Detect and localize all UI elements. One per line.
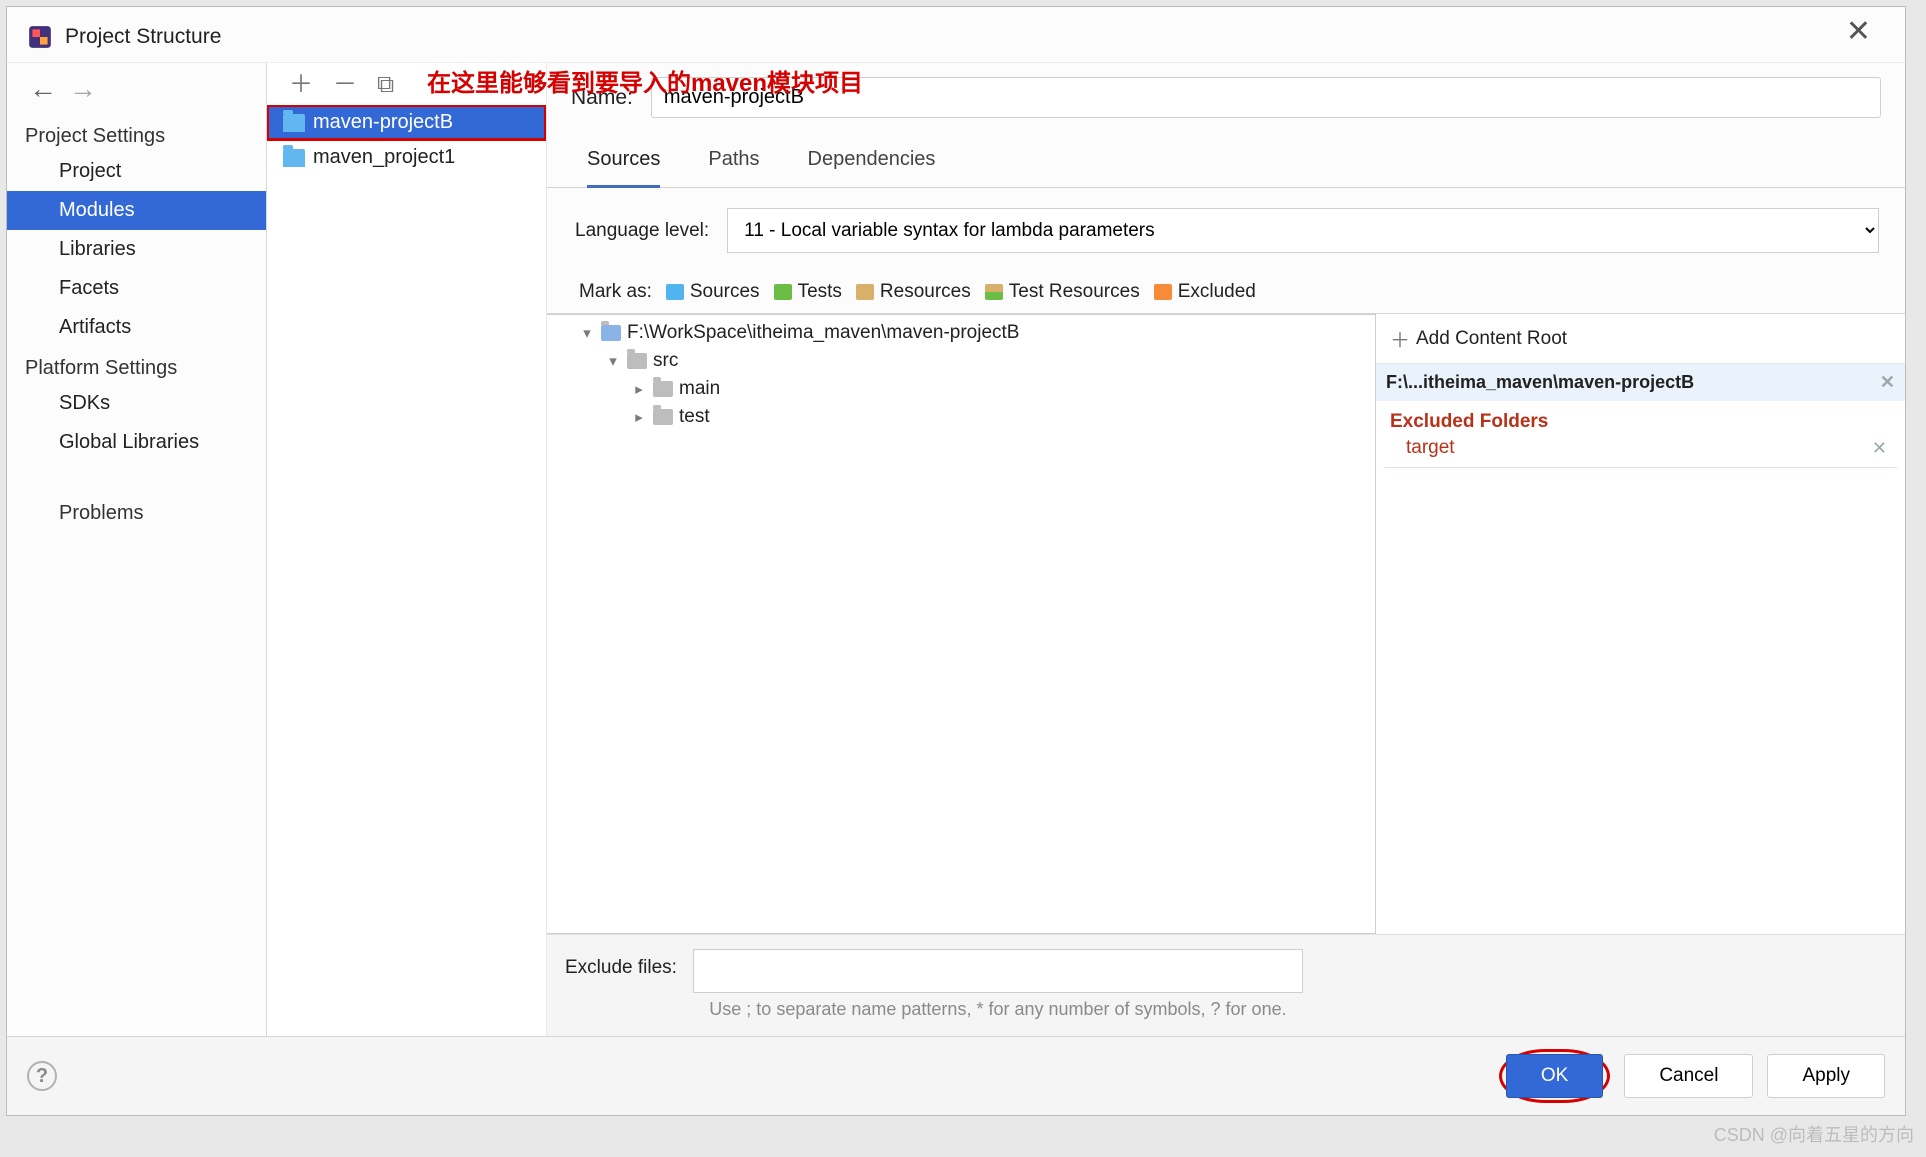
app-icon	[25, 22, 55, 52]
folder-icon	[653, 409, 673, 425]
folder-icon	[601, 325, 621, 341]
plus-icon: ＋	[1390, 324, 1410, 353]
main-layout: ← → Project Settings Project Modules Lib…	[7, 63, 1905, 1036]
module-item-maven-project1[interactable]: maven_project1	[267, 140, 546, 175]
sidebar-item-project[interactable]: Project	[7, 152, 266, 191]
titlebar: Project Structure ✕	[7, 7, 1905, 63]
add-content-root-button[interactable]: ＋ Add Content Root	[1376, 314, 1905, 364]
modules-list-panel: ＋ － ⧉ 在这里能够看到要导入的maven模块项目 maven-project…	[267, 63, 547, 1036]
tab-dependencies[interactable]: Dependencies	[808, 144, 936, 187]
chevron-right-icon[interactable]: ▸	[631, 380, 647, 398]
source-tree[interactable]: ▾ F:\WorkSpace\itheima_maven\maven-proje…	[547, 314, 1375, 934]
platform-settings-header: Platform Settings	[7, 347, 266, 384]
tree-test[interactable]: ▸ test	[547, 403, 1375, 431]
excluded-item-target[interactable]: target ✕	[1384, 435, 1897, 468]
sources-content: ▾ F:\WorkSpace\itheima_maven\maven-proje…	[547, 313, 1905, 934]
folder-icon	[666, 284, 684, 300]
mark-as-label: Mark as:	[579, 281, 652, 303]
module-details-panel: Name: Sources Paths Dependencies Languag…	[547, 63, 1905, 1036]
folder-icon	[774, 284, 792, 300]
name-label: Name:	[571, 86, 633, 110]
window-title: Project Structure	[65, 25, 221, 49]
module-name-input[interactable]	[651, 77, 1881, 118]
sidebar-item-global-libraries[interactable]: Global Libraries	[7, 423, 266, 462]
sidebar-item-artifacts[interactable]: Artifacts	[7, 308, 266, 347]
sidebar-item-facets[interactable]: Facets	[7, 269, 266, 308]
tree-src[interactable]: ▾ src	[547, 347, 1375, 375]
chevron-down-icon[interactable]: ▾	[579, 324, 595, 342]
folder-icon	[653, 381, 673, 397]
module-label: maven-projectB	[313, 111, 453, 134]
module-label: maven_project1	[313, 146, 455, 169]
forward-icon[interactable]: →	[69, 73, 97, 105]
settings-sidebar: ← → Project Settings Project Modules Lib…	[7, 63, 267, 1036]
folder-icon	[856, 284, 874, 300]
chevron-down-icon[interactable]: ▾	[605, 352, 621, 370]
excluded-folders-header: Excluded Folders	[1376, 401, 1905, 435]
content-root-path[interactable]: F:\...itheima_maven\maven-projectB ✕	[1376, 364, 1905, 401]
project-settings-header: Project Settings	[7, 115, 266, 152]
close-icon[interactable]: ✕	[1834, 13, 1883, 51]
mark-test-resources-button[interactable]: Test Resources	[985, 281, 1140, 303]
folder-icon	[1154, 284, 1172, 300]
remove-excluded-icon[interactable]: ✕	[1872, 438, 1887, 459]
sidebar-item-modules[interactable]: Modules	[7, 191, 266, 230]
module-tabs: Sources Paths Dependencies	[547, 126, 1905, 188]
mark-sources-button[interactable]: Sources	[666, 281, 760, 303]
exclude-files-hint: Use ; to separate name patterns, * for a…	[693, 993, 1303, 1030]
watermark: CSDN @向着五星的方向	[1714, 1121, 1914, 1147]
mark-resources-button[interactable]: Resources	[856, 281, 971, 303]
ok-button[interactable]: OK	[1506, 1054, 1603, 1098]
exclude-files-row: Exclude files: Use ; to separate name pa…	[547, 934, 1905, 1036]
language-level-select[interactable]: 11 - Local variable syntax for lambda pa…	[727, 208, 1879, 253]
tab-paths[interactable]: Paths	[708, 144, 759, 187]
mark-excluded-button[interactable]: Excluded	[1154, 281, 1256, 303]
module-folder-icon	[283, 149, 305, 167]
tree-root[interactable]: ▾ F:\WorkSpace\itheima_maven\maven-proje…	[547, 319, 1375, 347]
apply-button[interactable]: Apply	[1767, 1054, 1885, 1098]
cancel-button[interactable]: Cancel	[1624, 1054, 1753, 1098]
mark-as-toolbar: Mark as: Sources Tests Resources Test Re…	[547, 263, 1905, 313]
remove-content-root-icon[interactable]: ✕	[1880, 372, 1895, 393]
sidebar-item-problems[interactable]: Problems	[7, 492, 266, 529]
module-item-maven-projectb[interactable]: maven-projectB	[267, 105, 546, 140]
ok-highlight: OK	[1499, 1049, 1610, 1103]
modules-toolbar: ＋ － ⧉ 在这里能够看到要导入的maven模块项目	[267, 63, 546, 105]
sidebar-item-libraries[interactable]: Libraries	[7, 230, 266, 269]
sidebar-item-sdks[interactable]: SDKs	[7, 384, 266, 423]
copy-module-icon[interactable]: ⧉	[377, 73, 394, 97]
back-icon[interactable]: ←	[29, 73, 57, 105]
language-level-row: Language level: 11 - Local variable synt…	[547, 188, 1905, 263]
exclude-files-label: Exclude files:	[565, 949, 677, 979]
help-icon[interactable]: ?	[27, 1061, 57, 1091]
add-module-icon[interactable]: ＋	[289, 73, 313, 97]
nav-history: ← →	[7, 63, 266, 115]
exclude-files-input[interactable]	[693, 949, 1303, 993]
folder-icon	[985, 284, 1003, 300]
project-structure-window: Project Structure ✕ ← → Project Settings…	[6, 6, 1906, 1116]
chevron-right-icon[interactable]: ▸	[631, 408, 647, 426]
dialog-footer: ? OK Cancel Apply	[7, 1036, 1905, 1115]
language-level-label: Language level:	[575, 220, 709, 242]
module-folder-icon	[283, 114, 305, 132]
folder-icon	[627, 353, 647, 369]
modules-list: maven-projectB maven_project1	[267, 105, 546, 1036]
tree-main[interactable]: ▸ main	[547, 375, 1375, 403]
content-root-panel: ＋ Add Content Root F:\...itheima_maven\m…	[1375, 314, 1905, 934]
remove-module-icon[interactable]: －	[333, 73, 357, 97]
module-name-row: Name:	[547, 63, 1905, 126]
mark-tests-button[interactable]: Tests	[774, 281, 842, 303]
tab-sources[interactable]: Sources	[587, 144, 660, 188]
